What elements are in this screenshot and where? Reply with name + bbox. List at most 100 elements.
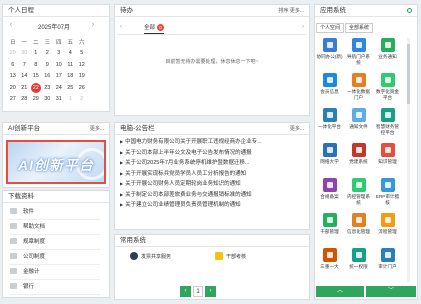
- calendar-day[interactable]: 7: [19, 59, 31, 71]
- news-item[interactable]: 关于公司2025年7月业务系统停机维护暨数据迁移...: [120, 158, 306, 168]
- app-label: 导航门户系统: [347, 54, 370, 65]
- calendar-day[interactable]: 11: [65, 59, 77, 71]
- pager-prev-button[interactable]: ‹: [180, 286, 191, 297]
- cadre-icon: [215, 252, 223, 260]
- download-item[interactable]: 金融计: [10, 266, 40, 278]
- apps-scrollbar[interactable]: [407, 38, 410, 282]
- news-item[interactable]: 关于开展公司财务人员定期轮岗业务知识的通知: [120, 179, 306, 189]
- calendar-day-number: 9: [45, 61, 49, 68]
- divider: [10, 279, 100, 280]
- download-item[interactable]: 公司制度: [10, 251, 45, 263]
- app-tile[interactable]: 会员信息: [316, 73, 343, 100]
- app-tile[interactable]: 一体化数据门户: [345, 73, 372, 100]
- calendar-day[interactable]: 3: [53, 48, 65, 60]
- calendar-day[interactable]: 24: [53, 82, 65, 94]
- app-tile[interactable]: 智慧财务管控平台: [374, 108, 401, 135]
- pager-next-button[interactable]: ›: [205, 286, 216, 297]
- calendar-day[interactable]: 9: [42, 59, 54, 71]
- app-tile[interactable]: 知识管理: [374, 143, 401, 170]
- app-tile[interactable]: 流程管理: [374, 213, 401, 240]
- calendar-day-number: 7: [22, 61, 26, 68]
- news-item[interactable]: 关于制定公司本部差旅费业务与交通报销标准的通知: [120, 190, 306, 200]
- news-more-link[interactable]: 更多...: [290, 123, 304, 135]
- app-tile[interactable]: 通知文件: [345, 108, 372, 135]
- app-label: 三重一大: [320, 264, 339, 269]
- calendar-day[interactable]: 26: [76, 82, 88, 94]
- calendar-day-number: 30: [21, 50, 28, 57]
- calendar-day-number: 26: [78, 84, 85, 91]
- app-tile[interactable]: 导航门户系统: [345, 38, 372, 65]
- app-tile[interactable]: ERP审计稽核: [374, 178, 401, 205]
- app-tile[interactable]: 合规备案: [316, 178, 343, 205]
- calendar-day[interactable]: 29: [30, 94, 42, 106]
- calendar-day[interactable]: 2: [42, 48, 54, 60]
- app-label: 通知文件: [349, 124, 368, 129]
- calendar-day[interactable]: 27: [7, 94, 19, 106]
- apps-scroll-up-button[interactable]: ︿: [316, 286, 364, 297]
- pager-current-page[interactable]: 1: [193, 286, 203, 297]
- calendar-day[interactable]: 28: [19, 94, 31, 106]
- calendar-day[interactable]: 4: [65, 48, 77, 60]
- common-system-item[interactable]: 发票共享服务: [130, 252, 171, 262]
- calendar-day[interactable]: 1: [65, 94, 77, 106]
- calendar-day[interactable]: 14: [19, 71, 31, 83]
- scrollbar-thumb[interactable]: [407, 44, 410, 104]
- calendar-title: 个人日程: [3, 5, 109, 17]
- calendar-day[interactable]: 22: [30, 82, 42, 94]
- calendar-day[interactable]: 13: [7, 71, 19, 83]
- download-item[interactable]: 软件: [10, 206, 34, 218]
- app-tile[interactable]: 信息化管理: [345, 213, 372, 240]
- app-tile[interactable]: 统一权限: [345, 248, 372, 275]
- calendar-day[interactable]: 5: [76, 48, 88, 60]
- calendar-day[interactable]: 10: [53, 59, 65, 71]
- app-tile[interactable]: 审计门户: [374, 248, 401, 275]
- download-item[interactable]: 帮助文档: [10, 221, 45, 233]
- calendar-day[interactable]: 25: [65, 82, 77, 94]
- calendar-day[interactable]: 17: [53, 71, 65, 83]
- news-item[interactable]: 关于建立公司业绩管理员负责员管理机制的通知: [120, 200, 306, 210]
- calendar-day[interactable]: 29: [7, 48, 19, 60]
- next-month-icon[interactable]: ›: [92, 22, 94, 28]
- app-tile[interactable]: 一体化平台: [316, 108, 343, 135]
- calendar-day[interactable]: 30: [42, 94, 54, 106]
- calendar-day[interactable]: 2: [76, 94, 88, 106]
- app-tile[interactable]: 三重一大: [316, 248, 343, 275]
- calendar-day[interactable]: 16: [42, 71, 54, 83]
- calendar-day[interactable]: 21: [19, 82, 31, 94]
- app-tile[interactable]: 党建系统: [345, 143, 372, 170]
- news-item[interactable]: 关于公司本部上半年公文及电子公告发布情况的通报: [120, 148, 306, 158]
- prev-month-icon[interactable]: ‹: [10, 22, 12, 28]
- calendar-day[interactable]: 1: [30, 48, 42, 60]
- ai-platform-banner[interactable]: AI创新平台: [6, 140, 106, 184]
- tab-personal-space[interactable]: 个人空间: [316, 23, 345, 33]
- calendar-day[interactable]: 18: [65, 71, 77, 83]
- calendar-day[interactable]: 15: [30, 71, 42, 83]
- calendar-day[interactable]: 12: [76, 59, 88, 71]
- app-tile[interactable]: 网络大学: [316, 143, 343, 170]
- app-icon: [380, 213, 395, 227]
- ai-platform-title: AI创新平台: [8, 125, 41, 132]
- app-tile[interactable]: 数字化资金平台: [374, 73, 401, 100]
- settings-icon[interactable]: [407, 8, 412, 13]
- ai-more-link[interactable]: 更多...: [90, 123, 104, 135]
- download-item[interactable]: 规章制度: [10, 236, 45, 248]
- app-tile[interactable]: 干部管理: [316, 213, 343, 240]
- calendar-day[interactable]: 6: [7, 59, 19, 71]
- calendar-day[interactable]: 8: [30, 59, 42, 71]
- calendar-day[interactable]: 30: [19, 48, 31, 60]
- calendar-day[interactable]: 23: [42, 82, 54, 94]
- calendar-day[interactable]: 19: [76, 71, 88, 83]
- calendar-day-number: 27: [9, 96, 16, 103]
- news-item[interactable]: 中国电力财务有限公司关于开展职工违规经商办企业专...: [120, 137, 306, 147]
- app-label: 统一权限: [349, 264, 368, 269]
- apps-scroll-down-button[interactable]: ﹀: [366, 286, 416, 297]
- tab-all-systems[interactable]: 全部系统: [345, 23, 374, 33]
- calendar-day[interactable]: 31: [53, 94, 65, 106]
- app-tile[interactable]: 内控管理系统: [345, 178, 372, 205]
- calendar-day[interactable]: 20: [7, 82, 19, 94]
- app-tile[interactable]: 业务通知: [374, 38, 401, 65]
- download-item[interactable]: 银行: [10, 281, 34, 293]
- common-system-item[interactable]: 干部考核: [215, 252, 246, 262]
- app-tile[interactable]: 协同办公(新): [316, 38, 343, 65]
- news-item[interactable]: 关于开展实现标兵党员学员人员工分析报告的通知: [120, 169, 306, 179]
